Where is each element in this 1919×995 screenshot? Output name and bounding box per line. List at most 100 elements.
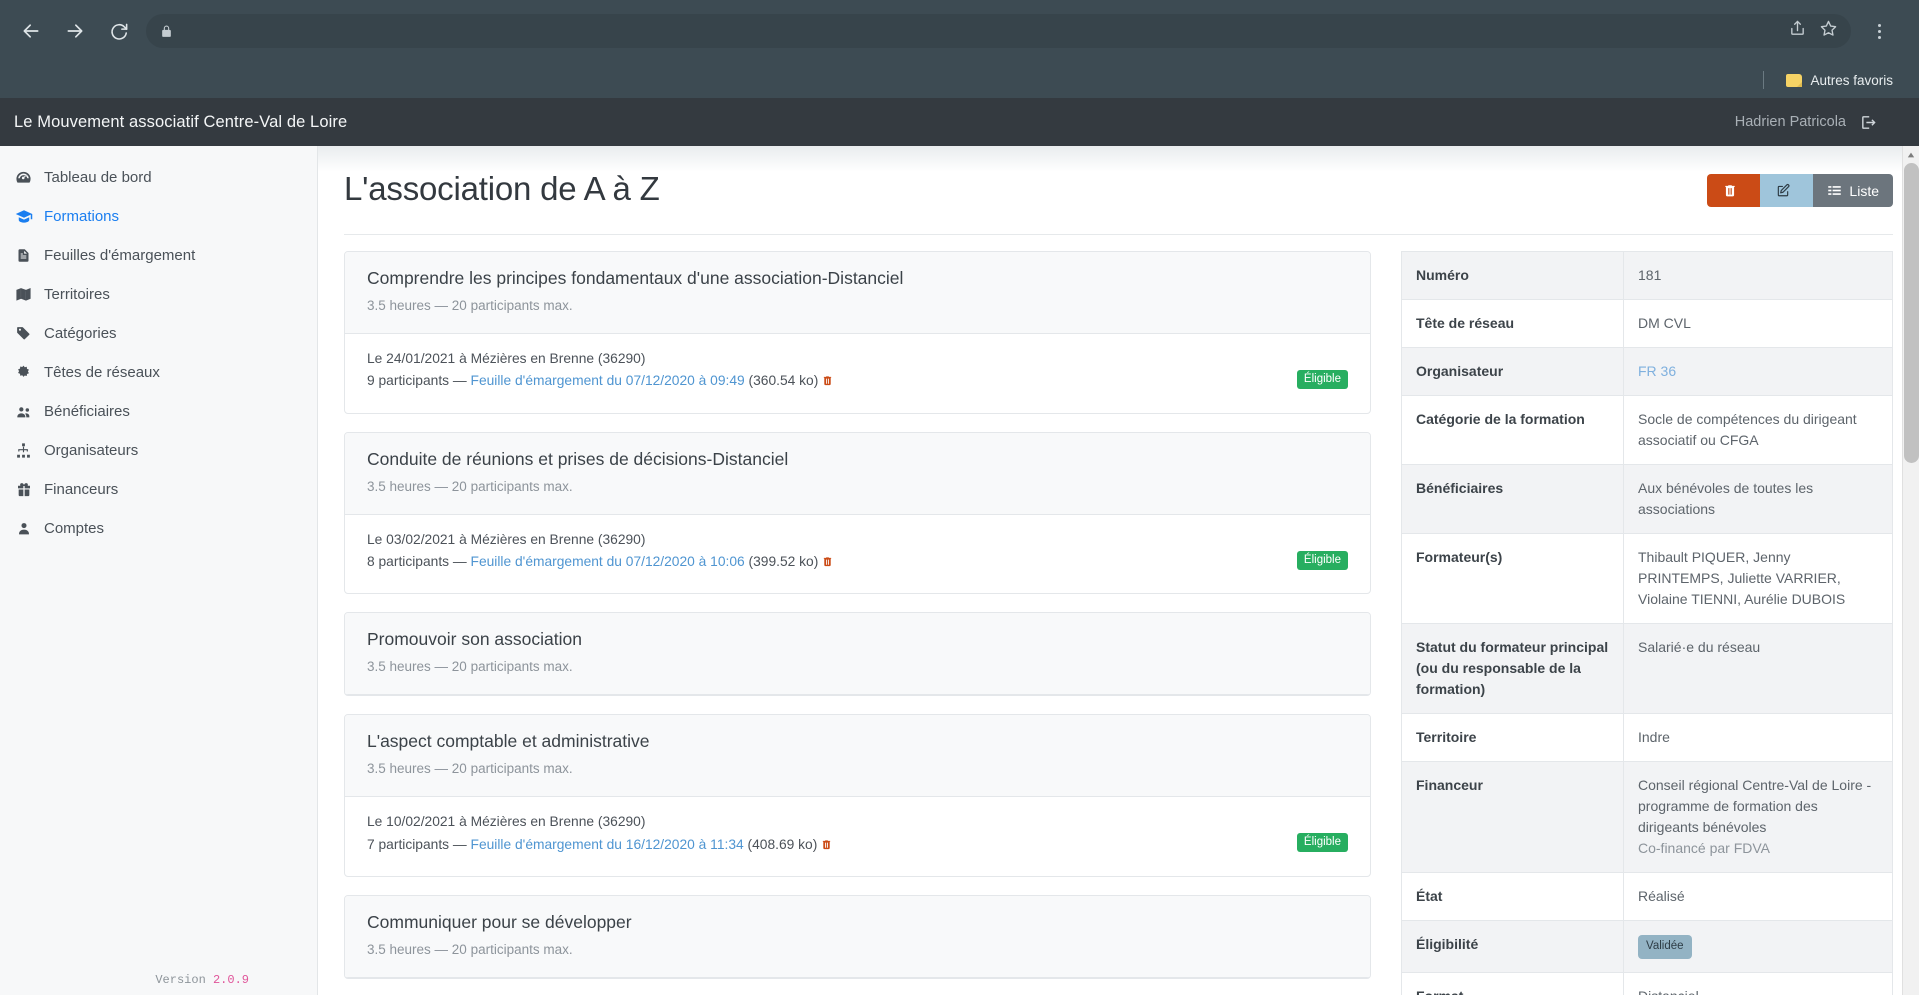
gift-icon	[14, 481, 33, 498]
details-value-link[interactable]: FR 36	[1638, 363, 1676, 379]
delete-button[interactable]	[1707, 174, 1760, 207]
details-value: Thibault PIQUER, Jenny PRINTEMPS, Juliet…	[1624, 534, 1893, 624]
formation-meta: 3.5 heures — 20 participants max.	[367, 479, 1348, 494]
bookmarks-separator	[1763, 71, 1764, 89]
formation-card-header: Comprendre les principes fondamentaux d'…	[345, 252, 1370, 334]
list-button-label: Liste	[1849, 183, 1879, 199]
sidebar-item-formations[interactable]: Formations	[0, 197, 317, 236]
back-button[interactable]	[14, 14, 48, 48]
dashboard-icon	[14, 169, 33, 186]
details-value: Salarié·e du réseau	[1624, 624, 1893, 714]
attendance-sheet-size: (360.54 ko)	[745, 373, 819, 388]
scroll-up-arrow[interactable]	[1903, 146, 1919, 163]
details-value: Réalisé	[1624, 873, 1893, 921]
sidebar-item-organisateurs[interactable]: Organisateurs	[0, 431, 317, 470]
share-icon[interactable]	[1789, 20, 1806, 42]
details-key: Bénéficiaires	[1402, 465, 1624, 534]
details-value: Indre	[1624, 714, 1893, 762]
formation-title: Comprendre les principes fondamentaux d'…	[367, 268, 1348, 289]
details-value-text: Aux bénévoles de toutes les associations	[1638, 480, 1813, 517]
formation-card[interactable]: Comprendre les principes fondamentaux d'…	[344, 251, 1371, 414]
application-window: Le Mouvement associatif Centre-Val de Lo…	[0, 98, 1919, 995]
browser-toolbar	[0, 0, 1919, 62]
details-value: 181	[1624, 252, 1893, 300]
sidebar-item-territoires[interactable]: Territoires	[0, 275, 317, 314]
formation-card-body: Le 03/02/2021 à Mézières en Brenne (3629…	[345, 515, 1370, 594]
attendance-sheet-link[interactable]: Feuille d'émargement du 07/12/2020 à 10:…	[471, 554, 745, 569]
details-value: Aux bénévoles de toutes les associations	[1624, 465, 1893, 534]
details-row: Numéro181	[1402, 252, 1893, 300]
details-key: Format	[1402, 973, 1624, 995]
edit-button[interactable]	[1760, 174, 1813, 207]
formation-title: Conduite de réunions et prises de décisi…	[367, 449, 1348, 470]
page-scrollbar[interactable]	[1902, 146, 1919, 995]
sidebar-item-feuilles-d-margement[interactable]: Feuilles d'émargement	[0, 236, 317, 275]
sidebar-item-financeurs[interactable]: Financeurs	[0, 470, 317, 509]
details-key: Numéro	[1402, 252, 1624, 300]
formation-card[interactable]: Conduite de réunions et prises de décisi…	[344, 432, 1371, 595]
session-participants: 7 participants —	[367, 837, 471, 852]
sidebar: Tableau de bord Formations Feuilles d'émar…	[0, 146, 318, 995]
details-value-text: Réalisé	[1638, 888, 1685, 904]
main-content: L'association de A à Z Liste	[318, 146, 1919, 995]
session-info: Le 10/02/2021 à Mézières en Brenne (3629…	[367, 811, 832, 858]
formation-card-header: L'aspect comptable et administrative3.5 …	[345, 715, 1370, 797]
reload-button[interactable]	[102, 14, 136, 48]
formation-title: Promouvoir son association	[367, 629, 1348, 650]
session-attendance-line: 9 participants — Feuille d'émargement du…	[367, 370, 833, 394]
sidebar-item-cat-gories[interactable]: Catégories	[0, 314, 317, 353]
eligibility-badge: Éligible	[1297, 370, 1348, 389]
delete-sheet-icon[interactable]	[822, 553, 833, 575]
sidebar-item-label: Organisateurs	[44, 440, 138, 461]
sidebar-item-label: Tableau de bord	[44, 167, 152, 188]
details-key: Statut du formateur principal (ou du res…	[1402, 624, 1624, 714]
sidebar-item-comptes[interactable]: Comptes	[0, 509, 317, 548]
bookmark-other-favorites[interactable]: Autres favoris	[1778, 69, 1901, 92]
map-icon	[14, 286, 33, 303]
attendance-sheet-link[interactable]: Feuille d'émargement du 16/12/2020 à 11:…	[471, 837, 744, 852]
sidebar-item-label: Feuilles d'émargement	[44, 245, 195, 266]
details-row: FormatDistanciel	[1402, 973, 1893, 995]
address-bar[interactable]	[146, 14, 1851, 48]
details-value-badge: Validée	[1638, 935, 1692, 959]
scrollbar-thumb[interactable]	[1904, 163, 1919, 463]
sidebar-item-label: Catégories	[44, 323, 117, 344]
sidebar-item-label: Territoires	[44, 284, 110, 305]
lock-icon	[160, 24, 173, 39]
sidebar-item-t-tes-de-r-seaux[interactable]: Têtes de réseaux	[0, 353, 317, 392]
logout-icon[interactable]	[1860, 114, 1877, 131]
list-button[interactable]: Liste	[1813, 174, 1893, 207]
details-value: DM CVL	[1624, 300, 1893, 348]
details-value-note: Co-financé par FDVA	[1638, 838, 1878, 859]
session-info: Le 24/01/2021 à Mézières en Brenne (3629…	[367, 348, 833, 395]
sidebar-item-b-n-ficiaires[interactable]: Bénéficiaires	[0, 392, 317, 431]
user-icon	[14, 520, 33, 537]
sidebar-item-label: Formations	[44, 206, 119, 227]
bookmarks-bar: Autres favoris	[0, 62, 1919, 98]
formation-card[interactable]: L'aspect comptable et administrative3.5 …	[344, 714, 1371, 877]
details-key: Territoire	[1402, 714, 1624, 762]
formation-card[interactable]: Communiquer pour se développer3.5 heures…	[344, 895, 1371, 979]
session-row: Le 10/02/2021 à Mézières en Brenne (3629…	[367, 811, 1348, 858]
attendance-sheet-link[interactable]: Feuille d'émargement du 07/12/2020 à 09:…	[471, 373, 745, 388]
formation-title: L'aspect comptable et administrative	[367, 731, 1348, 752]
sidebar-item-tableau-de-bord[interactable]: Tableau de bord	[0, 158, 317, 197]
details-key: Formateur(s)	[1402, 534, 1624, 624]
browser-menu-button[interactable]	[1865, 16, 1893, 46]
session-participants: 9 participants —	[367, 373, 471, 388]
bookmark-label: Autres favoris	[1810, 73, 1893, 88]
bookmark-star-icon[interactable]	[1820, 20, 1837, 42]
attendance-sheet-size: (399.52 ko)	[745, 554, 819, 569]
details-value-text: DM CVL	[1638, 315, 1691, 331]
forward-button[interactable]	[58, 14, 92, 48]
eligibility-badge: Éligible	[1297, 551, 1348, 570]
details-row: Catégorie de la formationSocle de compét…	[1402, 396, 1893, 465]
formation-card[interactable]: Promouvoir son association3.5 heures — 2…	[344, 612, 1371, 696]
session-date-location: Le 10/02/2021 à Mézières en Brenne (3629…	[367, 811, 832, 833]
page-header-row: L'association de A à Z Liste	[344, 164, 1893, 222]
delete-sheet-icon[interactable]	[821, 836, 832, 858]
browser-right-controls	[1865, 16, 1893, 46]
details-row: ÉligibilitéValidée	[1402, 921, 1893, 973]
app-header: Le Mouvement associatif Centre-Val de Lo…	[0, 98, 1919, 146]
delete-sheet-icon[interactable]	[822, 372, 833, 394]
